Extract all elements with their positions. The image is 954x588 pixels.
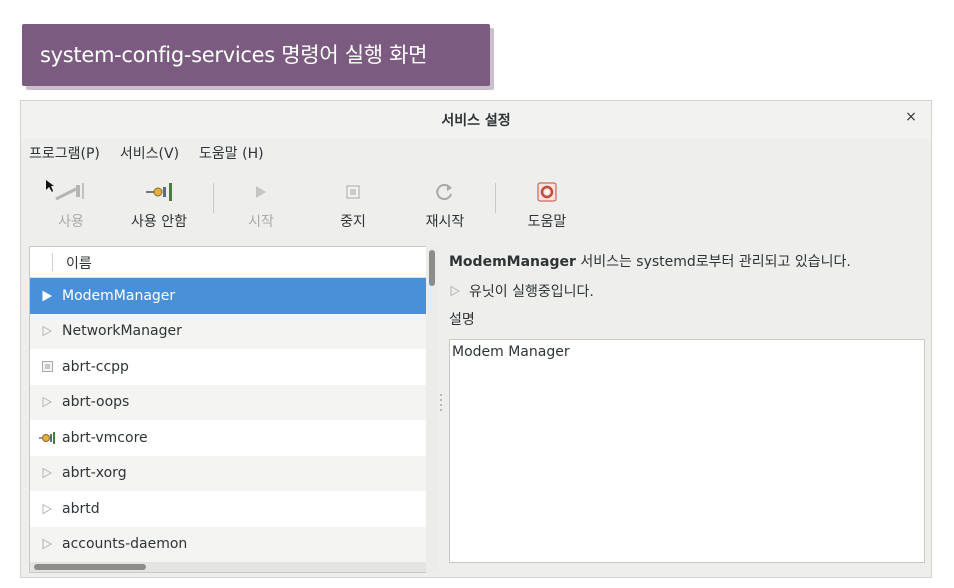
plug-disconnect-icon: [119, 175, 199, 209]
restart-icon: [405, 175, 485, 209]
vertical-scrollbar[interactable]: [426, 246, 438, 573]
mouse-pointer-icon: [46, 180, 54, 192]
menu-help[interactable]: 도움말 (H): [199, 143, 264, 167]
start-button[interactable]: 시작: [221, 175, 301, 231]
service-row[interactable]: abrtd: [30, 491, 428, 527]
restart-button[interactable]: 재시작: [405, 175, 485, 231]
restart-label: 재시작: [425, 214, 465, 230]
service-status: ModemManager 서비스는 systemd로부터 관리되고 있습니다.: [449, 251, 925, 275]
column-name-header[interactable]: 이름: [66, 253, 92, 273]
service-name: ModemManager: [449, 254, 576, 270]
play-icon: [34, 290, 60, 302]
service-name: abrt-vmcore: [62, 429, 148, 446]
window-title: 서비스 설정: [441, 113, 511, 129]
lifebuoy-icon: [507, 175, 587, 209]
service-row[interactable]: abrt-xorg: [30, 455, 428, 491]
title-bar: 서비스 설정 ×: [21, 101, 931, 139]
service-name: abrtd: [62, 500, 100, 517]
close-icon[interactable]: ×: [903, 109, 919, 125]
help-label: 도움말: [527, 214, 567, 230]
toolbar-separator: [213, 183, 214, 213]
unit-status-text: 유닛이 실행중입니다.: [469, 284, 594, 300]
unit-status-line: 유닛이 실행중입니다.: [449, 281, 925, 301]
start-label: 시작: [248, 214, 274, 230]
service-status-text: 서비스는 systemd로부터 관리되고 있습니다.: [575, 254, 851, 270]
service-row[interactable]: accounts-daemon: [30, 526, 428, 562]
disable-button[interactable]: 사용 안함: [119, 175, 199, 231]
play-icon: [34, 503, 60, 515]
stop-label: 중지: [340, 214, 366, 230]
detail-panel: ModemManager 서비스는 systemd로부터 관리되고 있습니다. …: [449, 251, 925, 563]
list-header: 이름: [30, 247, 428, 278]
service-row[interactable]: abrt-oops: [30, 384, 428, 420]
toolbar: 사용 사용 안함 시작 중지 재시작 도움말: [21, 175, 931, 237]
enable-label: 사용: [58, 214, 84, 230]
service-name: abrt-xorg: [62, 465, 127, 482]
service-name: ModemManager: [62, 287, 176, 304]
service-row[interactable]: NetworkManager: [30, 313, 428, 349]
stop-icon: [34, 361, 60, 373]
enable-button[interactable]: 사용: [31, 175, 111, 231]
play-icon: [221, 175, 301, 209]
play-icon: [34, 538, 60, 550]
service-name: NetworkManager: [62, 323, 182, 340]
menu-service[interactable]: 서비스(V): [120, 143, 179, 167]
description-label: 설명: [449, 312, 475, 328]
description-box[interactable]: Modem Manager: [449, 339, 925, 563]
service-name: abrt-ccpp: [62, 358, 129, 375]
play-icon: [34, 467, 60, 479]
pane-resize-handle[interactable]: [438, 391, 444, 421]
services-window: 서비스 설정 × 프로그램(P) 서비스(V) 도움말 (H) 사용 사용 안함…: [20, 100, 932, 578]
stop-icon: [313, 175, 393, 209]
play-icon: [34, 396, 60, 408]
service-list[interactable]: 이름 ModemManager NetworkManager abrt-ccpp ab…: [29, 246, 429, 573]
service-name: abrt-oops: [62, 394, 130, 411]
play-icon: [449, 285, 461, 297]
toolbar-separator: [495, 183, 496, 213]
play-icon: [34, 325, 60, 337]
disable-label: 사용 안함: [131, 214, 187, 230]
caption-banner: system-config-services 명령어 실행 화면: [22, 24, 490, 86]
service-row[interactable]: abrt-ccpp: [30, 349, 428, 385]
plug-icon: [34, 431, 60, 445]
horizontal-scrollbar[interactable]: [30, 562, 428, 572]
service-name: accounts-daemon: [62, 536, 188, 553]
menu-bar: 프로그램(P) 서비스(V) 도움말 (H): [29, 143, 264, 167]
stop-button[interactable]: 중지: [313, 175, 393, 231]
plug-connect-icon: [31, 175, 111, 209]
service-row[interactable]: abrt-vmcore: [30, 420, 428, 456]
menu-program[interactable]: 프로그램(P): [29, 143, 100, 167]
help-button[interactable]: 도움말: [507, 175, 587, 231]
service-row[interactable]: ModemManager: [30, 278, 428, 314]
